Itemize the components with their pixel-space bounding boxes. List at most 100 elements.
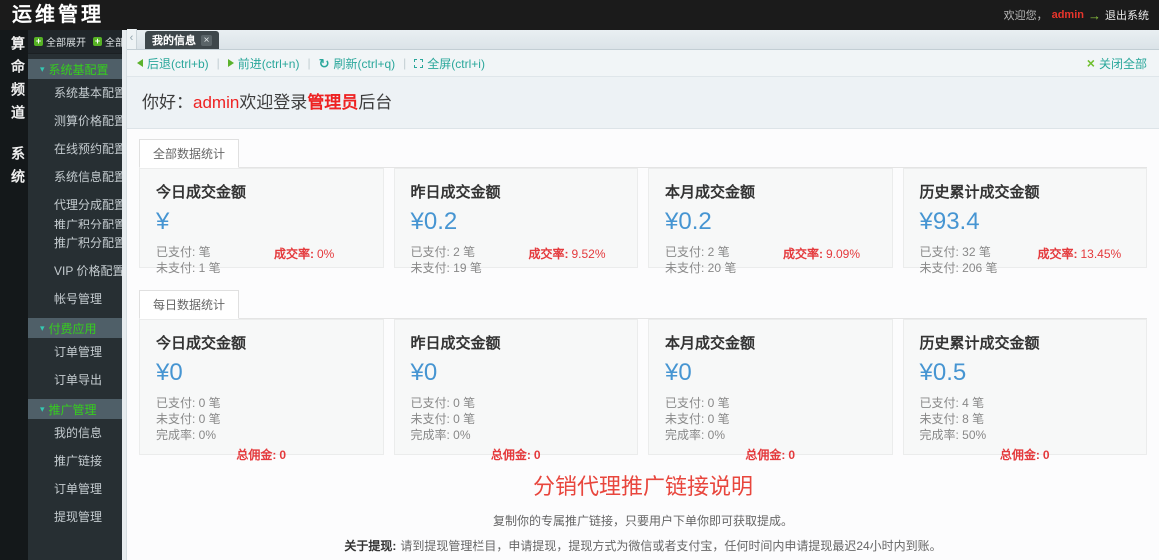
toolbar-separator: | xyxy=(403,56,406,70)
tab-bar: ‹ 我的信息 × xyxy=(127,30,1159,50)
unpaid-count: 未支付: 19 笔 xyxy=(411,260,622,276)
sidebar-item-promo-links[interactable]: 推广链接 xyxy=(28,447,122,475)
promo-section: 分销代理推广链接说明 复制你的专属推广链接，只要用户下单你即可获取提成。 关于提… xyxy=(139,469,1147,560)
promo-line-2-label: 关于提现: xyxy=(344,539,396,553)
rate-label: 成交率: xyxy=(783,247,823,261)
sidebar-item-order-export[interactable]: 订单导出 xyxy=(28,366,122,394)
vertical-tab-fortune-channel[interactable]: 算命频道 xyxy=(0,36,28,128)
card-details: 已支付: 4 笔 未支付: 8 笔 完成率: 50% xyxy=(920,395,1131,443)
sidebar-item-system-basic-config[interactable]: 系统基本配置 xyxy=(28,79,122,107)
stats-cards-all: 今日成交金额 ¥ 已支付: 笔 未支付: 1 笔 成交率:0% 昨日成交金额 ¥… xyxy=(139,168,1147,268)
sidebar-item-my-info[interactable]: 我的信息 xyxy=(28,419,122,447)
toolbar: 后退(ctrl+b) | 前进(ctrl+n) | ↻ 刷新(ctrl+q) |… xyxy=(127,50,1159,77)
tab-label: 我的信息 xyxy=(152,32,196,48)
chevron-down-icon: ▾ xyxy=(40,324,45,333)
commission-value: 0 xyxy=(534,448,541,462)
sidebar-group-promotion[interactable]: ▾ 推广管理 xyxy=(28,399,122,419)
rate-label: 成交率: xyxy=(1038,247,1078,261)
unpaid-count: 未支付: 0 笔 xyxy=(665,411,876,427)
collapse-all-button[interactable]: + 全部收起 xyxy=(93,34,122,49)
sidebar-item-online-booking-config[interactable]: 在线预约配置 xyxy=(28,135,122,163)
commission-label: 总佣金: xyxy=(1000,448,1040,462)
promo-title: 分销代理推广链接说明 xyxy=(139,469,1147,501)
forward-button[interactable]: 前进(ctrl+n) xyxy=(228,55,300,72)
sidebar-item-account-management[interactable]: 帐号管理 xyxy=(28,285,122,313)
content-area: 全部数据统计 今日成交金额 ¥ 已支付: 笔 未支付: 1 笔 成交率:0% 昨… xyxy=(127,129,1159,560)
stat-card-today: 今日成交金额 ¥0 已支付: 0 笔 未支付: 0 笔 完成率: 0% 总佣金:… xyxy=(139,319,384,455)
sidebar-group-system-config[interactable]: ▾ 系统基配置 xyxy=(28,59,122,79)
commission-value: 0 xyxy=(279,448,286,462)
card-details: 已支付: 2 笔 未支付: 19 笔 成交率:9.52% xyxy=(411,244,622,276)
card-title: 本月成交金额 xyxy=(665,332,876,353)
unpaid-count: 未支付: 20 笔 xyxy=(665,260,876,276)
promo-line-2: 关于提现:请到提现管理栏目，申请提现，提现方式为微信或者支付宝，任何时间内申请提… xyxy=(139,540,1147,553)
card-title: 今日成交金额 xyxy=(156,332,367,353)
card-details: 已支付: 32 笔 未支付: 206 笔 成交率:13.45% xyxy=(920,244,1131,276)
chevron-down-icon: ▾ xyxy=(40,65,45,74)
promo-line-1: 复制你的专属推广链接，只要用户下单你即可获取提成。 xyxy=(139,515,1147,528)
sidebar-item-system-info-config[interactable]: 系统信息配置 xyxy=(28,163,122,191)
refresh-button[interactable]: ↻ 刷新(ctrl+q) xyxy=(319,55,396,72)
close-all-button[interactable]: × 关闭全部 xyxy=(1087,55,1147,72)
total-commission: 总佣金:0 xyxy=(156,446,367,463)
completion-rate: 完成率: 0% xyxy=(411,427,622,443)
arrow-right-icon xyxy=(228,59,234,67)
expand-all-button[interactable]: + 全部展开 xyxy=(34,34,86,49)
back-button[interactable]: 后退(ctrl+b) xyxy=(137,55,209,72)
card-details: 已支付: 0 笔 未支付: 0 笔 完成率: 0% xyxy=(411,395,622,443)
tab-close-icon[interactable]: × xyxy=(201,35,212,46)
back-label: 后退(ctrl+b) xyxy=(147,55,209,72)
paid-count: 已支付: 笔 xyxy=(156,244,367,260)
card-details: 已支付: 笔 未支付: 1 笔 成交率:0% xyxy=(156,244,367,276)
forward-label: 前进(ctrl+n) xyxy=(238,55,300,72)
commission-label: 总佣金: xyxy=(236,448,276,462)
sidebar-group-paid-apps[interactable]: ▾ 付费应用 xyxy=(28,318,122,338)
commission-value: 0 xyxy=(1043,448,1050,462)
chevron-down-icon: ▾ xyxy=(40,405,45,414)
sidebar-item-vip-price-config[interactable]: VIP 价格配置 xyxy=(28,257,122,285)
close-all-label: 关闭全部 xyxy=(1099,55,1147,72)
card-title: 昨日成交金额 xyxy=(411,332,622,353)
refresh-icon: ↻ xyxy=(319,57,330,70)
greeting-role: 管理员 xyxy=(307,93,358,112)
arrow-left-icon xyxy=(137,59,143,67)
stats-tab-daily[interactable]: 每日数据统计 xyxy=(139,290,239,319)
user-welcome: 欢迎您， admin → 退出系统 xyxy=(1004,7,1159,23)
plus-icon: + xyxy=(93,37,102,46)
sidebar-item-withdrawal-management[interactable]: 提现管理 xyxy=(28,503,122,531)
paid-count: 已支付: 0 笔 xyxy=(156,395,367,411)
sidebar-item-agent-share-config[interactable]: 代理分成配置 xyxy=(28,191,122,219)
card-details: 已支付: 0 笔 未支付: 0 笔 完成率: 0% xyxy=(665,395,876,443)
plus-icon: + xyxy=(34,37,43,46)
sidebar-item-promo-points-config[interactable]: 推广积分配置 xyxy=(28,229,122,257)
unpaid-count: 未支付: 1 笔 xyxy=(156,260,367,276)
sidebar-item-promo-order-management[interactable]: 订单管理 xyxy=(28,475,122,503)
card-amount: ¥0.5 xyxy=(920,359,1131,387)
greeting-suffix: 后台 xyxy=(358,93,392,112)
logout-link[interactable]: 退出系统 xyxy=(1105,7,1149,23)
stats-section-all-tabrow: 全部数据统计 xyxy=(139,139,1147,168)
fullscreen-button[interactable]: 全屏(ctrl+i) xyxy=(414,55,485,72)
logout-arrow-icon: → xyxy=(1088,8,1101,23)
greeting-middle: 欢迎登录 xyxy=(239,93,307,112)
fullscreen-label: 全屏(ctrl+i) xyxy=(427,55,485,72)
unpaid-count: 未支付: 206 笔 xyxy=(920,260,1131,276)
tab-scroll-left-button[interactable]: ‹ xyxy=(127,29,137,49)
commission-value: 0 xyxy=(788,448,795,462)
sidebar-item-order-management[interactable]: 订单管理 xyxy=(28,338,122,366)
stats-tab-all[interactable]: 全部数据统计 xyxy=(139,139,239,168)
conversion-rate: 成交率:0% xyxy=(274,245,334,262)
stat-card-history: 历史累计成交金额 ¥93.4 已支付: 32 笔 未支付: 206 笔 成交率:… xyxy=(903,168,1148,268)
paid-count: 已支付: 4 笔 xyxy=(920,395,1131,411)
stat-card-yesterday: 昨日成交金额 ¥0 已支付: 0 笔 未支付: 0 笔 完成率: 0% 总佣金:… xyxy=(394,319,639,455)
paid-count: 已支付: 0 笔 xyxy=(665,395,876,411)
stat-card-this-month: 本月成交金额 ¥0.2 已支付: 2 笔 未支付: 20 笔 成交率:9.09% xyxy=(648,168,893,268)
stat-card-history: 历史累计成交金额 ¥0.5 已支付: 4 笔 未支付: 8 笔 完成率: 50%… xyxy=(903,319,1148,455)
app-window: 运维管理 欢迎您， admin → 退出系统 算命频道 系统 + 全部展开 + … xyxy=(0,0,1159,560)
sidebar-item-pricing-config[interactable]: 测算价格配置 xyxy=(28,107,122,135)
top-header: 运维管理 欢迎您， admin → 退出系统 xyxy=(0,0,1159,30)
conversion-rate: 成交率:13.45% xyxy=(1038,245,1122,262)
tab-my-info[interactable]: 我的信息 × xyxy=(145,31,219,49)
expand-all-label: 全部展开 xyxy=(46,34,86,49)
vertical-tab-system[interactable]: 系统 xyxy=(0,146,28,192)
